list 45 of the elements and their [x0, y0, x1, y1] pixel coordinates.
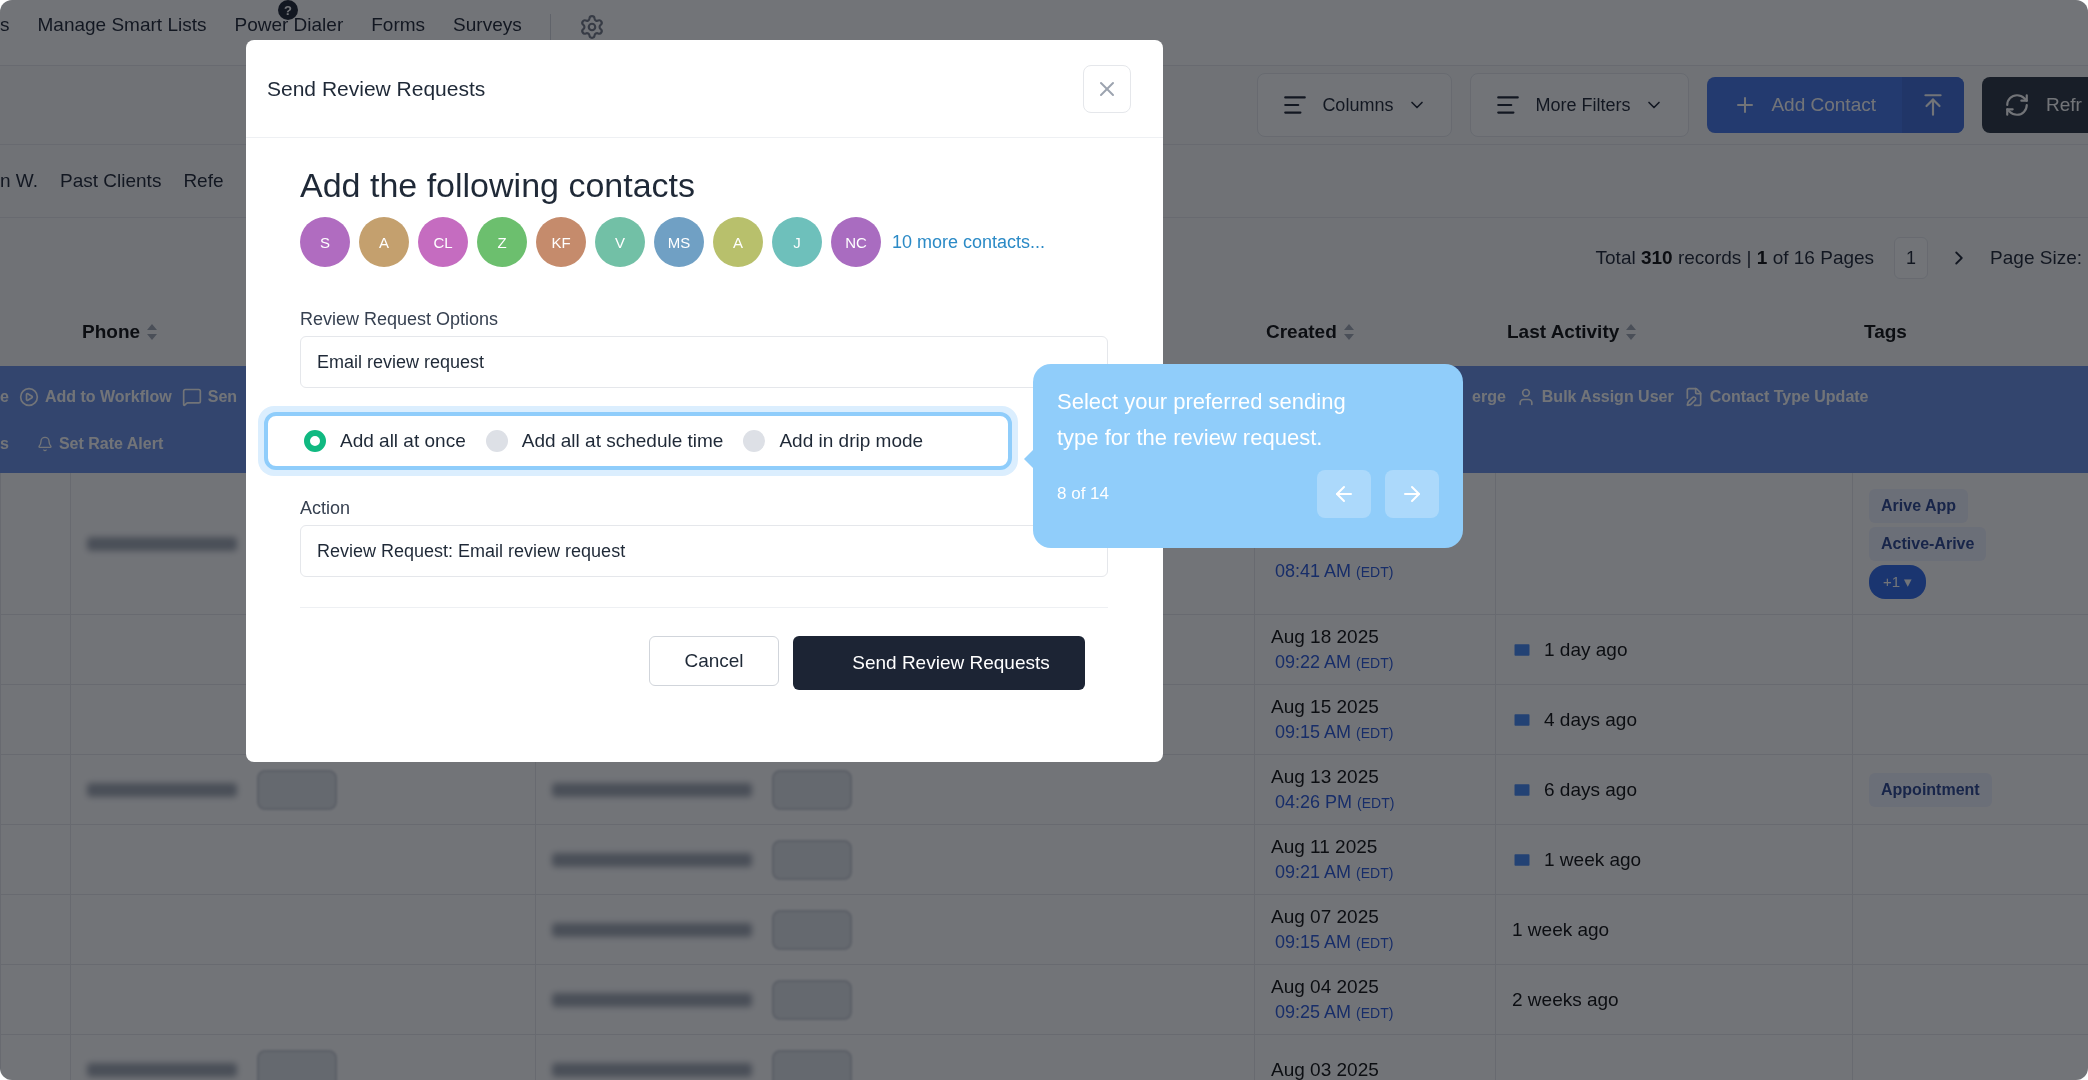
contact-avatar: Z	[477, 217, 527, 267]
created-time: 09:21 AM	[1274, 862, 1352, 883]
last-activity: 1 week ago	[1544, 848, 1642, 871]
timezone: (EDT)	[1356, 1004, 1394, 1021]
created-time: 04:26 PM	[1274, 792, 1353, 813]
last-activity: 1 day ago	[1544, 638, 1628, 661]
contact-avatar: A	[359, 217, 409, 267]
field-label: Review Request Options	[300, 309, 500, 330]
timezone: (EDT)	[1356, 654, 1394, 671]
last-activity: 6 days ago	[1544, 778, 1637, 801]
last-activity: 4 days ago	[1544, 708, 1637, 731]
step-counter: 8 of 14	[1057, 484, 1109, 504]
contact-avatar: A	[713, 217, 763, 267]
created-date: Aug 11 2025	[1271, 836, 1379, 858]
records-summary: Total 310 records | 1 of 16 Pages	[1595, 247, 1875, 269]
created-date: Aug 18 2025	[1271, 626, 1380, 648]
created-time: 09:25 AM	[1274, 1002, 1352, 1023]
created-date: Aug 07 2025	[1271, 906, 1380, 928]
timezone: (EDT)	[1356, 864, 1394, 881]
created-time: 09:22 AM	[1274, 652, 1352, 673]
contact-avatar: NC	[831, 217, 881, 267]
created-date: Aug 15 2025	[1271, 696, 1380, 718]
last-activity: 2 weeks ago	[1512, 988, 1619, 1011]
timezone: (EDT)	[1356, 934, 1394, 951]
contact-avatar: CL	[418, 217, 468, 267]
created-date: Aug 04 2025	[1271, 976, 1380, 998]
created-time: 08:41 AM	[1274, 561, 1352, 582]
tooltip-text: Select your preferred sending type for the review request.	[1057, 388, 1347, 452]
created-time: 09:15 AM	[1274, 932, 1352, 953]
timezone: (EDT)	[1357, 794, 1395, 811]
contact-avatar: MS	[654, 217, 704, 267]
last-activity: 1 week ago	[1512, 918, 1610, 941]
contact-avatar: J	[772, 217, 822, 267]
contact-avatar: KF	[536, 217, 586, 267]
timezone: (EDT)	[1356, 724, 1394, 741]
contact-avatar: V	[595, 217, 645, 267]
page-size-label: Page Size:	[1990, 247, 2082, 269]
created-date: Aug 03 2025	[1271, 1058, 1380, 1080]
modal-title: Send Review Requests	[267, 76, 486, 101]
field-label: Action	[300, 498, 352, 519]
contact-avatar: S	[300, 217, 350, 267]
created-time: 09:15 AM	[1274, 722, 1352, 743]
created-date: Aug 13 2025	[1271, 766, 1380, 788]
modal-heading: Add the following contacts	[300, 166, 697, 205]
timezone: (EDT)	[1356, 563, 1394, 580]
